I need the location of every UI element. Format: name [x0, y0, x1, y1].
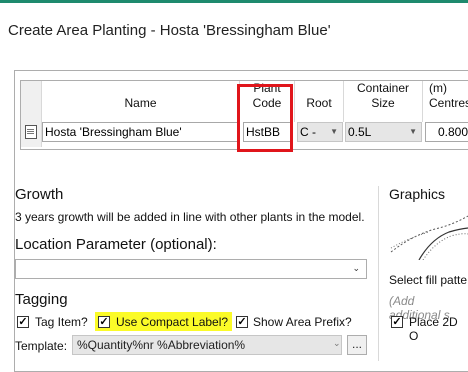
chevron-down-icon: ⌄ — [333, 338, 341, 348]
column-header-container-line2: Size — [371, 96, 395, 110]
document-icon — [25, 125, 37, 139]
compact-label-label: Use Compact Label? — [116, 315, 229, 329]
column-header-container-line1: Container — [356, 81, 410, 95]
column-header-centres-line1: (m) — [429, 81, 447, 95]
check-icon: ✓ — [392, 316, 402, 328]
compact-label-checkbox[interactable]: ✓ — [98, 316, 110, 328]
chevron-down-icon: ▼ — [330, 127, 338, 136]
cell-root-value: C - — [300, 125, 316, 139]
place-2d-label: Place 2D O — [409, 315, 458, 343]
cell-root-select[interactable]: C - ▼ — [297, 122, 343, 142]
fill-pattern-preview[interactable] — [389, 204, 468, 260]
tagging-heading: Tagging — [15, 291, 68, 308]
check-icon: ✓ — [18, 316, 28, 328]
column-header-centres-line2: Centres — [429, 96, 468, 110]
column-header-name-label: Name — [124, 96, 157, 110]
column-header-name[interactable]: Name — [42, 81, 240, 122]
template-label: Template: — [15, 339, 68, 353]
plant-code-highlight — [237, 84, 293, 152]
cell-container-select[interactable]: 0.5L ▼ — [345, 122, 422, 142]
window-title: Create Area Planting - Hosta 'Bressingha… — [8, 22, 331, 39]
column-header-root[interactable]: Root — [295, 81, 344, 122]
template-select[interactable]: %Quantity%nr %Abbreviation% — [72, 335, 342, 355]
cell-container-value: 0.5L — [348, 125, 372, 139]
area-prefix-checkbox[interactable]: ✓ — [236, 316, 248, 328]
check-icon: ✓ — [237, 316, 247, 328]
tag-item-checkbox[interactable]: ✓ — [17, 316, 29, 328]
window-accent-bar — [0, 0, 468, 3]
graphics-heading: Graphics — [389, 186, 446, 202]
check-icon: ✓ — [99, 316, 109, 328]
template-browse-button[interactable]: ... — [347, 335, 367, 355]
location-heading: Location Parameter (optional): — [15, 236, 217, 253]
tag-item-label: Tag Item? — [35, 315, 88, 329]
location-parameter-select[interactable]: ⌄ — [15, 259, 367, 279]
cell-centres[interactable]: 0.800 — [425, 122, 468, 142]
section-divider — [378, 186, 379, 361]
place-2d-checkbox[interactable]: ✓ — [391, 316, 403, 328]
chevron-down-icon: ⌄ — [352, 263, 360, 273]
column-header-centres[interactable]: (m) Centres — [423, 81, 468, 122]
growth-text: 3 years growth will be added in line wit… — [15, 210, 365, 224]
row-header[interactable] — [21, 81, 42, 147]
column-header-root-label: Root — [306, 96, 332, 110]
growth-heading: Growth — [15, 186, 64, 203]
column-header-container[interactable]: Container Size — [344, 81, 423, 122]
chevron-down-icon: ▼ — [409, 127, 417, 136]
cell-name[interactable]: Hosta 'Bressingham Blue' — [42, 122, 240, 142]
fill-pattern-label: Select fill patte — [389, 273, 468, 287]
area-prefix-label: Show Area Prefix? — [253, 315, 352, 329]
